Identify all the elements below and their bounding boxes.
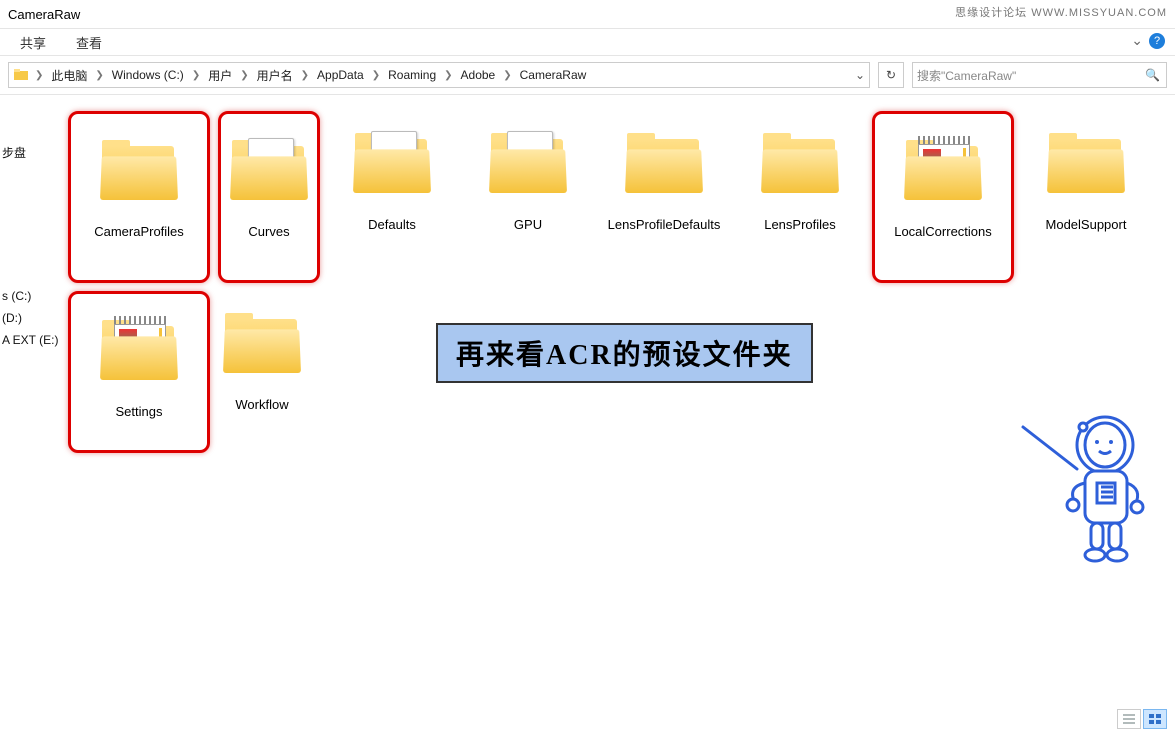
folder-label: LensProfiles [762, 217, 838, 234]
folder-icon [761, 133, 839, 193]
search-icon[interactable]: 🔍 [1145, 68, 1160, 82]
title-bar: CameraRaw 思缘设计论坛 WWW.MISSYUAN.COM [0, 0, 1175, 29]
ribbon-collapse-icon[interactable]: ⌄ [1131, 32, 1143, 49]
ribbon-row: 共享 查看 ⌄ ? [0, 29, 1175, 56]
folder-label: GPU [512, 217, 544, 234]
folder-localcorrections[interactable]: LocalCorrections [872, 111, 1014, 283]
folder-cameraprofiles[interactable]: CameraProfiles [68, 111, 210, 283]
folder-icon [13, 67, 29, 83]
folder-workflow[interactable]: Workflow [214, 287, 310, 443]
folder-lensprofiledefaults[interactable]: LensProfileDefaults [596, 107, 732, 273]
folder-label: ModelSupport [1044, 217, 1129, 234]
chevron-right-icon[interactable]: ❯ [501, 70, 513, 81]
chevron-right-icon[interactable]: ❯ [238, 70, 250, 81]
sidebar-item[interactable]: (D:) [0, 307, 60, 329]
callout-box: 再来看ACR的预设文件夹 [436, 323, 813, 383]
folder-curves[interactable]: CURVE Curves [218, 111, 320, 283]
search-placeholder: 搜索"CameraRaw" [917, 67, 1016, 84]
folder-icon [1047, 133, 1125, 193]
folder-label: CameraProfiles [92, 224, 186, 241]
chevron-right-icon[interactable]: ❯ [93, 70, 105, 81]
folder-content-area: CameraProfiles CURVE Curves XMP Defaults… [60, 95, 1175, 705]
folder-icon [904, 140, 982, 200]
window-title: CameraRaw [8, 7, 80, 22]
chevron-right-icon[interactable]: ❯ [442, 70, 454, 81]
sidebar-item[interactable]: A EXT (E:) [0, 329, 60, 351]
breadcrumb-item[interactable]: Windows (C:) [110, 68, 186, 82]
folder-icon [100, 320, 178, 380]
breadcrumb-item[interactable]: CameraRaw [518, 68, 589, 82]
folder-icon [100, 140, 178, 200]
chevron-right-icon[interactable]: ❯ [370, 70, 382, 81]
sidebar-item[interactable]: s (C:) [0, 285, 60, 307]
ribbon-tab-view[interactable]: 查看 [76, 33, 102, 52]
refresh-button[interactable]: ↻ [878, 62, 904, 88]
folder-label: LocalCorrections [892, 224, 994, 241]
help-icon[interactable]: ? [1149, 33, 1165, 49]
status-bar [1117, 709, 1167, 729]
sidebar-item[interactable]: 步盘 [0, 140, 60, 165]
address-bar[interactable]: ❯ 此电脑 ❯ Windows (C:) ❯ 用户 ❯ 用户名 ❯ AppDat… [8, 62, 870, 88]
astronaut-illustration [1015, 387, 1165, 577]
chevron-right-icon[interactable]: ❯ [190, 70, 202, 81]
nav-row: ❯ 此电脑 ❯ Windows (C:) ❯ 用户 ❯ 用户名 ❯ AppDat… [0, 56, 1175, 95]
ribbon-tab-share[interactable]: 共享 [20, 33, 46, 52]
view-details-button[interactable] [1117, 709, 1141, 729]
watermark-text: 思缘设计论坛 WWW.MISSYUAN.COM [955, 4, 1167, 20]
breadcrumb-item[interactable]: 用户名 [255, 67, 295, 84]
folder-icon [625, 133, 703, 193]
breadcrumb-item[interactable]: AppData [315, 68, 366, 82]
folder-modelsupport[interactable]: ModelSupport [1018, 107, 1154, 273]
folder-icon [489, 133, 567, 193]
folder-label: LensProfileDefaults [606, 217, 723, 234]
search-input[interactable]: 搜索"CameraRaw" 🔍 [912, 62, 1167, 88]
chevron-right-icon[interactable]: ❯ [299, 70, 311, 81]
folder-lensprofiles[interactable]: LensProfiles [732, 107, 868, 273]
folder-label: Curves [246, 224, 291, 241]
folder-icon: CURVE [230, 140, 308, 200]
breadcrumb-item[interactable]: 此电脑 [49, 67, 89, 84]
folder-defaults[interactable]: XMP Defaults [324, 107, 460, 273]
folder-icon: XMP [353, 133, 431, 193]
view-large-icons-button[interactable] [1143, 709, 1167, 729]
chevron-right-icon[interactable]: ❯ [33, 70, 45, 81]
folder-label: Settings [114, 404, 165, 421]
breadcrumb-item[interactable]: Adobe [459, 68, 498, 82]
folder-label: Workflow [233, 397, 290, 414]
folder-label: Defaults [366, 217, 418, 234]
folder-gpu[interactable]: GPU [460, 107, 596, 273]
address-dropdown-icon[interactable]: ⌄ [855, 68, 865, 82]
folder-icon [223, 313, 301, 373]
sidebar: 步盘 s (C:) (D:) A EXT (E:) [0, 95, 60, 705]
breadcrumb-item[interactable]: 用户 [206, 67, 234, 84]
breadcrumb-item[interactable]: Roaming [386, 68, 438, 82]
folder-settings[interactable]: Settings [68, 291, 210, 453]
